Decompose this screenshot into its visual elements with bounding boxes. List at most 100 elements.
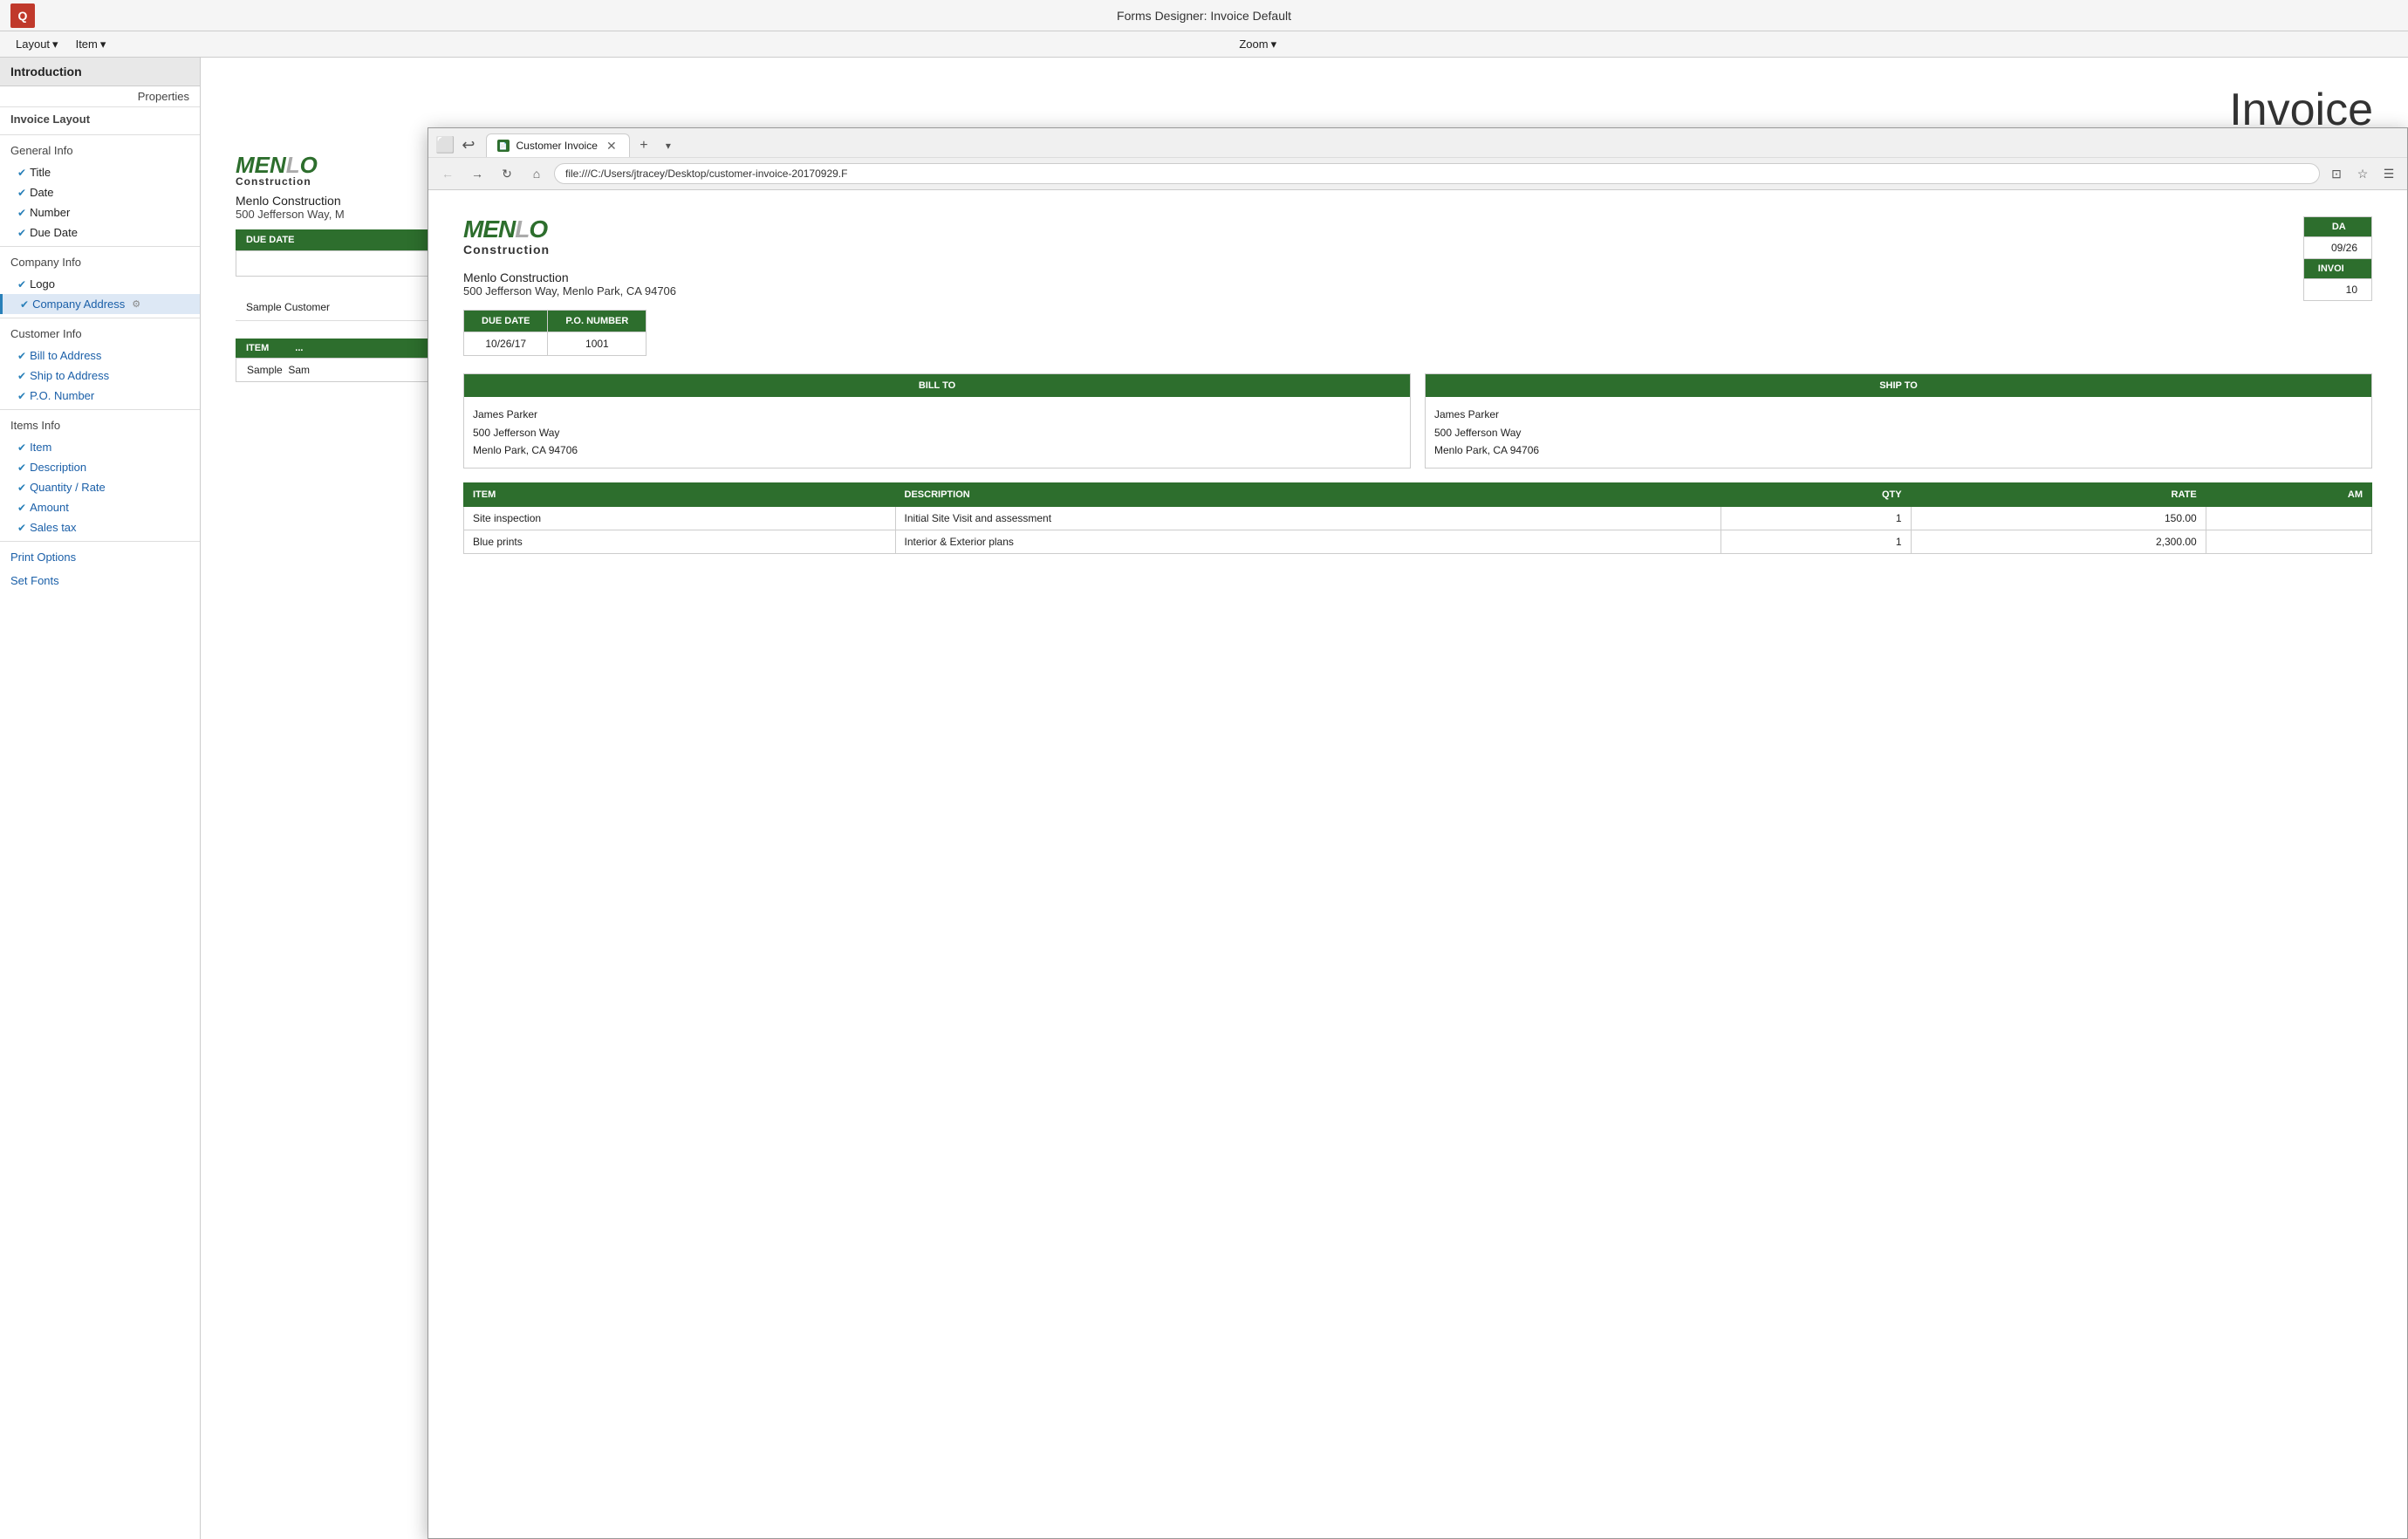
bc-invoice-info-table: DATE 09/26 INVOICE: [2303, 216, 2372, 301]
check-icon-number: ✔: [17, 207, 26, 219]
nav-title[interactable]: ✔ Title: [0, 162, 200, 182]
nav-item[interactable]: ✔ Item: [0, 437, 200, 457]
back-button[interactable]: ←: [435, 161, 460, 186]
po-number-header: P.O. NUMBER: [548, 311, 646, 332]
table-row: 09/26: [2303, 237, 2371, 259]
bc-addresses: BILL TO James Parker 500 Jefferson Way M…: [463, 373, 2372, 469]
section-items-info: Items Info: [0, 414, 200, 437]
check-icon-due-date: ✔: [17, 227, 26, 239]
check-icon-company-address: ✔: [20, 298, 29, 311]
table-row: Site inspection Initial Site Visit and a…: [464, 507, 2372, 530]
bc-ship-to-box: SHIP TO James Parker 500 Jefferson Way M…: [1425, 373, 2372, 469]
bc-bill-to-header: BILL TO: [464, 374, 1410, 397]
date-value: 09/26: [2303, 237, 2371, 259]
nav-description[interactable]: ✔ Description: [0, 457, 200, 477]
bc-ship-to-body: James Parker 500 Jefferson Way Menlo Par…: [1426, 397, 2371, 468]
nav-bill-to[interactable]: ✔ Bill to Address: [0, 345, 200, 366]
layout-menu[interactable]: Layout ▾: [7, 34, 67, 55]
due-date-header: DUE DATE: [464, 311, 548, 332]
left-panel: Introduction Properties Invoice Layout G…: [0, 58, 201, 1539]
table-row: 10: [2303, 279, 2371, 301]
address-bar[interactable]: [554, 163, 2320, 184]
section-customer-info: Customer Info: [0, 322, 200, 345]
browser-chrome: ⬜ ↩ 📄 Customer Invoice ✕ + ▾ ← → ↻ ⌂: [428, 128, 2407, 190]
window-title: Forms Designer: Invoice Default: [1117, 9, 1291, 23]
browser-window-icon2[interactable]: ↩: [462, 136, 475, 154]
properties-label: Properties: [0, 86, 200, 107]
panel-header: Introduction: [0, 58, 200, 86]
settings-button[interactable]: ☰: [2377, 162, 2400, 185]
nav-po-number[interactable]: ✔ P.O. Number: [0, 386, 200, 406]
date-col-header: DATE: [2303, 217, 2371, 237]
section-company-info: Company Info: [0, 250, 200, 274]
reader-view-button[interactable]: ⊡: [2325, 162, 2348, 185]
col-rate: RATE: [1911, 483, 2206, 507]
table-row: INVOICE: [2303, 259, 2371, 279]
browser-tab-bar: ⬜ ↩ 📄 Customer Invoice ✕ + ▾: [428, 128, 2407, 157]
check-icon-description: ✔: [17, 462, 26, 474]
browser-actions: ⊡ ☆ ☰: [2325, 162, 2400, 185]
check-icon-bill-to: ✔: [17, 350, 26, 362]
bc-invoice-header: MENLO Construction Menlo Construction 50…: [463, 216, 2372, 356]
check-icon-title: ✔: [17, 167, 26, 179]
browser-active-tab[interactable]: 📄 Customer Invoice ✕: [486, 133, 630, 157]
preview-logo: MENLO Construction: [236, 154, 345, 187]
home-button[interactable]: ⌂: [524, 161, 549, 186]
table-row: Blue prints Interior & Exterior plans 1 …: [464, 530, 2372, 554]
bc-logo: MENLO Construction: [463, 216, 676, 256]
check-icon-sales-tax: ✔: [17, 522, 26, 534]
due-date-value: 10/26/17: [464, 332, 548, 356]
nav-due-date[interactable]: ✔ Due Date: [0, 222, 200, 243]
section-general-info: General Info: [0, 139, 200, 162]
nav-quantity-rate[interactable]: ✔ Quantity / Rate: [0, 477, 200, 497]
browser-window: ⬜ ↩ 📄 Customer Invoice ✕ + ▾ ← → ↻ ⌂: [428, 127, 2408, 1539]
bc-items-table: ITEM DESCRIPTION QTY RATE AM Site inspec…: [463, 482, 2372, 554]
item-menu[interactable]: Item ▾: [67, 34, 115, 55]
col-amount: AM: [2206, 483, 2371, 507]
nav-logo[interactable]: ✔ Logo: [0, 274, 200, 294]
nav-sales-tax[interactable]: ✔ Sales tax: [0, 517, 200, 537]
app-logo: Q: [10, 3, 35, 28]
nav-number[interactable]: ✔ Number: [0, 202, 200, 222]
nav-ship-to[interactable]: ✔ Ship to Address: [0, 366, 200, 386]
nav-company-address[interactable]: ✔ Company Address ⚙: [0, 294, 200, 314]
browser-window-icon1[interactable]: ⬜: [435, 136, 455, 154]
menu-bar: Layout ▾ Item ▾ Zoom ▾: [0, 31, 2408, 58]
check-icon-item: ✔: [17, 441, 26, 454]
check-icon-logo: ✔: [17, 278, 26, 291]
bc-company-details: Menlo Construction 500 Jefferson Way, Me…: [463, 270, 676, 298]
tab-close-button[interactable]: ✕: [605, 139, 619, 153]
invoice-value: 10: [2303, 279, 2371, 301]
new-tab-button[interactable]: +: [633, 135, 654, 156]
nav-amount[interactable]: ✔ Amount: [0, 497, 200, 517]
check-icon-ship-to: ✔: [17, 370, 26, 382]
reload-button[interactable]: ↻: [495, 161, 519, 186]
gear-icon-company-address[interactable]: ⚙: [132, 298, 140, 310]
tab-favicon: 📄: [497, 140, 510, 152]
title-bar: Q Forms Designer: Invoice Default: [0, 0, 2408, 31]
bc-logo-company: MENLO Construction Menlo Construction 50…: [463, 216, 676, 356]
col-qty: QTY: [1720, 483, 1911, 507]
tab-dropdown-button[interactable]: ▾: [658, 135, 679, 156]
items-table-header-row: ITEM DESCRIPTION QTY RATE AM: [464, 483, 2372, 507]
preview-company-address: 500 Jefferson Way, M: [236, 208, 345, 221]
check-icon-date: ✔: [17, 187, 26, 199]
bc-ship-to-header: SHIP TO: [1426, 374, 2371, 397]
browser-nav-bar: ← → ↻ ⌂ ⊡ ☆ ☰: [428, 157, 2407, 189]
col-item: ITEM: [464, 483, 896, 507]
bookmark-button[interactable]: ☆: [2351, 162, 2374, 185]
section-set-fonts[interactable]: Set Fonts: [0, 569, 200, 592]
section-print-options[interactable]: Print Options: [0, 545, 200, 569]
main-layout: Introduction Properties Invoice Layout G…: [0, 58, 2408, 1539]
check-icon-po-number: ✔: [17, 390, 26, 402]
bc-right-info: DATE 09/26 INVOICE: [2303, 216, 2372, 301]
right-content: Invoice MENLO Construction Menlo Constru…: [201, 58, 2408, 1539]
bc-due-date-table: DUE DATE P.O. NUMBER 10/26/17 1001: [463, 310, 646, 356]
preview-company-name: Menlo Construction: [236, 194, 345, 208]
browser-content: MENLO Construction Menlo Construction 50…: [428, 190, 2407, 1538]
col-description: DESCRIPTION: [895, 483, 1720, 507]
zoom-menu[interactable]: Zoom ▾: [1230, 34, 1285, 55]
nav-date[interactable]: ✔ Date: [0, 182, 200, 202]
check-icon-qty-rate: ✔: [17, 482, 26, 494]
forward-button[interactable]: →: [465, 161, 489, 186]
